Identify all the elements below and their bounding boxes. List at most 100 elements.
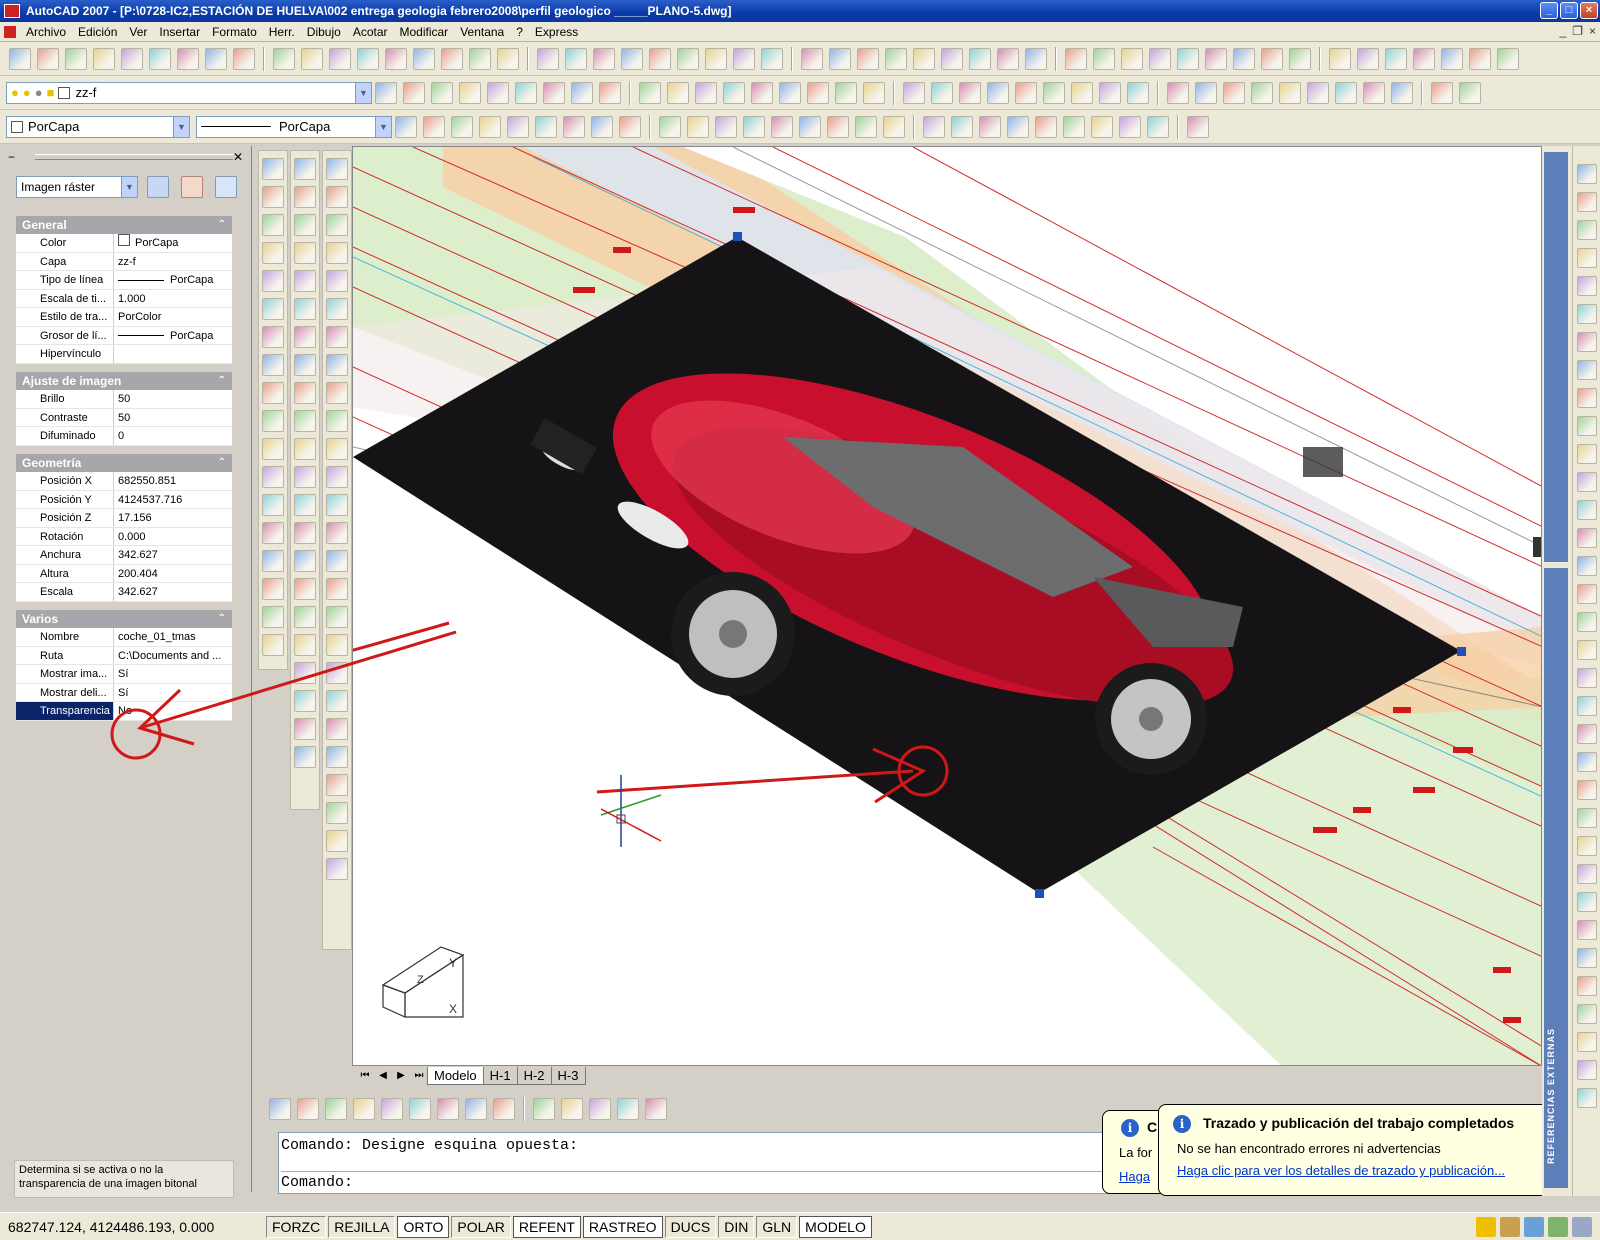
toolbar-tool-icon[interactable] [1233, 47, 1255, 70]
toolbar-tool-icon[interactable] [1065, 47, 1087, 70]
chevron-down-icon[interactable]: ▼ [121, 177, 137, 197]
toolbar-tool-icon[interactable] [205, 47, 227, 70]
toolbar-tool-icon[interactable] [423, 115, 445, 138]
tool-palette-strip[interactable] [1544, 152, 1568, 562]
toolbar-tool-icon[interactable] [326, 158, 348, 180]
property-row[interactable]: Rotación 0.000 [16, 527, 232, 546]
toolbar-tool-icon[interactable] [375, 81, 397, 104]
status-ducs[interactable]: DUCS [664, 1215, 717, 1238]
toolbar-tool-icon[interactable] [1576, 556, 1597, 576]
toolbar-tool-icon[interactable] [589, 1098, 611, 1120]
toolbar-tool-icon[interactable] [1576, 724, 1597, 744]
notification-balloon[interactable]: i Trazado y publicación del trabajo comp… [1158, 1104, 1582, 1196]
toolbar-tool-icon[interactable] [715, 115, 737, 138]
property-row[interactable]: Brillo 50 [16, 390, 232, 409]
last-tab-icon[interactable]: ⏭ [410, 1068, 428, 1084]
clean-screen-icon[interactable] [1572, 1217, 1592, 1237]
toolbar-tool-icon[interactable] [543, 81, 565, 104]
toolbar-tool-icon[interactable] [565, 47, 587, 70]
toolbar-tool-icon[interactable] [1576, 752, 1597, 772]
toolbar-tool-icon[interactable] [855, 115, 877, 138]
property-value[interactable]: Sí [114, 665, 232, 683]
status-rejilla[interactable]: REJILLA [328, 1215, 396, 1238]
toolbar-tool-icon[interactable] [326, 802, 348, 824]
status-polar[interactable]: POLAR [451, 1215, 511, 1238]
toolbar-tool-icon[interactable] [1497, 47, 1519, 70]
toolbar-tool-icon[interactable] [262, 522, 284, 544]
toolbar-tool-icon[interactable] [326, 186, 348, 208]
property-value[interactable]: 4124537.716 [114, 491, 232, 509]
toolbar-tool-icon[interactable] [563, 115, 585, 138]
property-row[interactable]: Posición X 682550.851 [16, 472, 232, 491]
toolbar-tool-icon[interactable] [723, 81, 745, 104]
toolbar-tool-icon[interactable] [599, 81, 621, 104]
toolbar-tool-icon[interactable] [1363, 81, 1385, 104]
property-value[interactable]: PorCapa [114, 234, 232, 252]
toolbar-tool-icon[interactable] [326, 746, 348, 768]
toolbar-tool-icon[interactable] [326, 830, 348, 852]
doc-close-button[interactable]: × [1589, 24, 1596, 38]
doc-minimize-button[interactable]: _ [1560, 24, 1567, 38]
toolbar-tool-icon[interactable] [262, 410, 284, 432]
color-combo[interactable]: PorCapa ▼ [6, 115, 190, 138]
toolbar-tool-icon[interactable] [294, 550, 316, 572]
toolbar-tool-icon[interactable] [997, 47, 1019, 70]
toolbar-tool-icon[interactable] [273, 47, 295, 70]
toolbar-tool-icon[interactable] [619, 115, 641, 138]
toolbar-tool-icon[interactable] [479, 115, 501, 138]
property-row[interactable]: Mostrar ima... Sí [16, 665, 232, 684]
tab-h2[interactable]: H-2 [516, 1067, 552, 1085]
toolbar-tool-icon[interactable] [294, 326, 316, 348]
toolbar-tool-icon[interactable] [923, 115, 945, 138]
toolbar-tool-icon[interactable] [326, 270, 348, 292]
toolbar-tool-icon[interactable] [294, 354, 316, 376]
property-value[interactable]: 200.404 [114, 565, 232, 583]
toolbar-tool-icon[interactable] [465, 1098, 487, 1120]
property-row[interactable]: Escala 342.627 [16, 583, 232, 602]
toolbar-tool-icon[interactable] [294, 466, 316, 488]
toolbar-tool-icon[interactable] [262, 158, 284, 180]
toolbar-tool-icon[interactable] [1043, 81, 1065, 104]
toolbar-tool-icon[interactable] [326, 354, 348, 376]
toolbar-tool-icon[interactable] [294, 186, 316, 208]
toolbar-tool-icon[interactable] [262, 494, 284, 516]
status-gln[interactable]: GLN [756, 1215, 798, 1238]
toolbar-tool-icon[interactable] [1576, 192, 1597, 212]
toolbar-tool-icon[interactable] [507, 115, 529, 138]
toolbar-tool-icon[interactable] [326, 550, 348, 572]
toolbar-tool-icon[interactable] [959, 81, 981, 104]
property-value[interactable]: PorCapa [114, 271, 232, 289]
section-header[interactable]: Varios ⌃ [16, 610, 232, 628]
toolbar-tool-icon[interactable] [1576, 584, 1597, 604]
toolbar-tool-icon[interactable] [1576, 864, 1597, 884]
first-tab-icon[interactable]: ⏮ [356, 1068, 374, 1084]
property-value[interactable]: coche_01_tmas [114, 628, 232, 646]
toolbar-tool-icon[interactable] [1576, 164, 1597, 184]
document-icon[interactable] [4, 25, 16, 38]
toolbar-tool-icon[interactable] [1576, 892, 1597, 912]
toolbar-tool-icon[interactable] [65, 47, 87, 70]
toolbar-tool-icon[interactable] [459, 81, 481, 104]
collapse-icon[interactable]: ⌃ [218, 454, 226, 472]
toolbar-tool-icon[interactable] [561, 1098, 583, 1120]
toolbar-tool-icon[interactable] [537, 47, 559, 70]
toolbar-tool-icon[interactable] [1357, 47, 1379, 70]
tab-h3[interactable]: H-3 [550, 1067, 586, 1085]
property-row[interactable]: Anchura 342.627 [16, 546, 232, 565]
toolbar-tool-icon[interactable] [294, 718, 316, 740]
toolbar-tool-icon[interactable] [1149, 47, 1171, 70]
property-value[interactable]: 50 [114, 390, 232, 408]
toolbar-tool-icon[interactable] [294, 662, 316, 684]
toolbar-tool-icon[interactable] [1576, 696, 1597, 716]
property-row[interactable]: Estilo de tra... PorColor [16, 308, 232, 327]
toolbar-tool-icon[interactable] [262, 578, 284, 600]
toolbar-tool-icon[interactable] [325, 1098, 347, 1120]
toolbar-tool-icon[interactable] [659, 115, 681, 138]
toolbar-tool-icon[interactable] [294, 690, 316, 712]
toolbar-tool-icon[interactable] [1335, 81, 1357, 104]
select-objects-icon[interactable] [181, 176, 203, 198]
toolbar-tool-icon[interactable] [687, 115, 709, 138]
toolbar-tool-icon[interactable] [1071, 81, 1093, 104]
collapse-icon[interactable]: ⌃ [218, 372, 226, 390]
toolbar-tool-icon[interactable] [593, 47, 615, 70]
